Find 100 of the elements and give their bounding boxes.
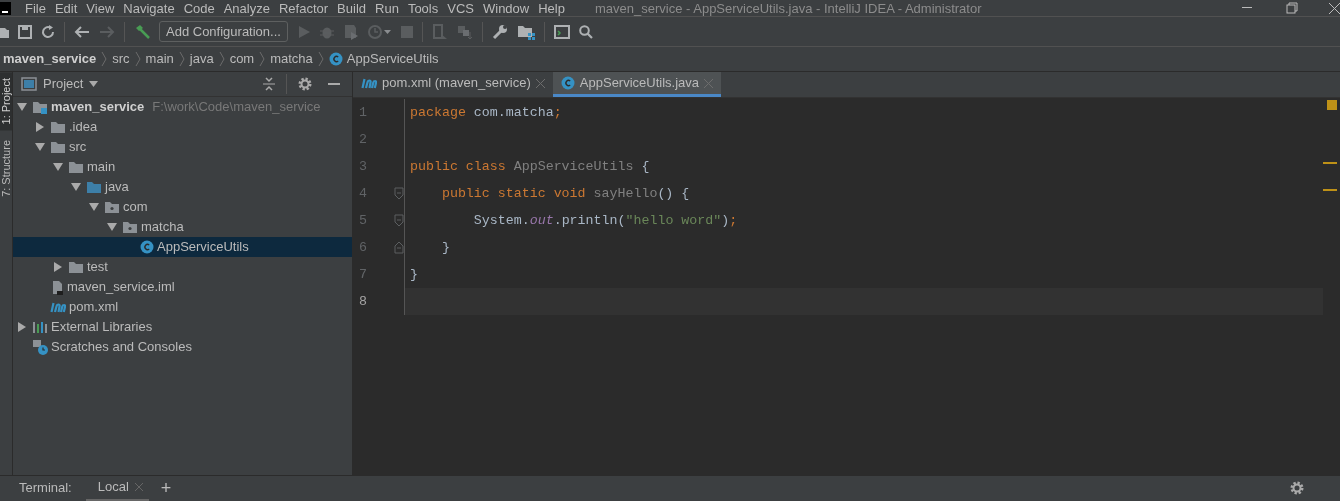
class-icon [560, 76, 575, 90]
breadcrumb-item[interactable]: java [189, 49, 214, 69]
terminal-window-icon[interactable] [553, 24, 570, 39]
tree-item-label: java [105, 178, 129, 197]
tree-item-label: maven_service.iml [67, 278, 175, 297]
dropdown-caret-icon[interactable] [89, 81, 99, 87]
breadcrumb-item[interactable]: matcha [270, 49, 313, 69]
breadcrumb-item[interactable]: src [112, 49, 130, 69]
close-icon[interactable] [1328, 2, 1340, 14]
expanded-arrow-icon[interactable] [53, 163, 63, 171]
collapse-all-icon[interactable] [263, 77, 275, 91]
menu-item[interactable]: Tools [407, 1, 439, 15]
menu-item[interactable]: Window [482, 1, 530, 15]
menu-item[interactable]: Edit [54, 1, 78, 15]
tree-item-label: AppServiceUtils [157, 238, 249, 257]
expanded-arrow-icon[interactable] [35, 143, 45, 151]
tree-row[interactable]: maven_service F:\work\Code\maven_service [13, 97, 352, 117]
maven-file-icon [50, 301, 66, 313]
file-icon [50, 279, 64, 295]
menu-item[interactable]: Navigate [123, 1, 175, 15]
tree-item-label: External Libraries [51, 318, 153, 337]
line-number: 4 [359, 184, 367, 203]
expanded-arrow-icon[interactable] [17, 103, 27, 111]
fold-marker-icon[interactable] [394, 214, 404, 227]
tree-row[interactable]: main [13, 157, 352, 177]
sync-icon[interactable] [41, 24, 55, 39]
tree-row[interactable]: matcha [13, 217, 352, 237]
package-folder-icon [104, 200, 120, 214]
menu-item[interactable]: Build [337, 1, 366, 15]
analysis-status-icon [1327, 100, 1337, 110]
project-structure-icon[interactable] [516, 23, 535, 40]
tree-row[interactable]: External Libraries [13, 317, 352, 337]
run-configuration-button[interactable]: Add Configuration... [159, 21, 288, 42]
tree-row[interactable]: test [13, 257, 352, 277]
fold-end-marker-icon[interactable] [394, 241, 404, 254]
save-icon[interactable] [18, 24, 32, 39]
new-tab-button[interactable]: + [160, 479, 172, 497]
back-arrow-icon[interactable] [74, 24, 90, 39]
tree-item-label: src [69, 138, 87, 157]
menu-item[interactable]: VCS [447, 1, 474, 15]
restore-icon[interactable] [1286, 2, 1298, 14]
tree-item-label: maven_service [51, 98, 145, 117]
tree-item-label: .idea [69, 118, 98, 137]
tree-row[interactable]: java [13, 177, 352, 197]
tree-row[interactable]: maven_service.iml [13, 277, 352, 297]
line-number: 5 [359, 211, 367, 230]
settings-icon[interactable] [298, 77, 312, 91]
module-folder-icon [32, 100, 48, 114]
tree-row[interactable]: com [13, 197, 352, 217]
tree-row[interactable]: .idea [13, 117, 352, 137]
menu-item[interactable]: Code [183, 1, 215, 15]
settings-icon[interactable] [1290, 481, 1304, 495]
collapsed-arrow-icon[interactable] [18, 322, 26, 332]
tree-row[interactable]: pom.xml [13, 297, 352, 317]
tree-item-label: Scratches and Consoles [51, 338, 192, 357]
tree-item-label: matcha [141, 218, 184, 237]
panel-icon [21, 77, 37, 91]
collapsed-arrow-icon[interactable] [54, 262, 62, 272]
menu-item[interactable]: Help [538, 1, 565, 15]
line-number: 2 [359, 130, 367, 149]
tree-row[interactable]: AppServiceUtils [13, 237, 352, 257]
libraries-icon [32, 320, 48, 334]
tree-item-label: main [87, 158, 116, 177]
editor-tab[interactable]: AppServiceUtils.java [552, 72, 722, 97]
menu-item[interactable]: View [86, 1, 115, 15]
breadcrumb-item[interactable]: com [229, 49, 255, 69]
wrench-icon[interactable] [491, 23, 508, 40]
search-icon[interactable] [578, 24, 593, 39]
warning-marker-icon [1323, 162, 1337, 164]
class-icon [140, 240, 154, 254]
line-number: 8 [359, 292, 367, 311]
chevron-icon [317, 51, 324, 67]
collapsed-arrow-icon[interactable] [36, 122, 44, 132]
menu-item[interactable]: Analyze [223, 1, 270, 15]
tree-item-label: com [123, 198, 148, 217]
class-icon [328, 52, 343, 66]
tree-row[interactable]: Scratches and Consoles [13, 337, 352, 357]
profiler-icon[interactable] [367, 23, 392, 40]
breadcrumb-item[interactable]: maven_service [3, 49, 97, 69]
breadcrumb-item[interactable]: AppServiceUtils [346, 49, 439, 69]
editor-tab[interactable]: pom.xml (maven_service) [353, 72, 553, 97]
expanded-arrow-icon[interactable] [89, 203, 99, 211]
tree-row[interactable]: src [13, 137, 352, 157]
menu-item[interactable]: File [25, 1, 46, 15]
tool-window-tab[interactable]: 7: Structure [0, 134, 12, 204]
breadcrumb-item[interactable]: main [145, 49, 174, 69]
expanded-arrow-icon[interactable] [107, 223, 117, 231]
fold-marker-icon[interactable] [394, 187, 404, 200]
panel-title[interactable]: Project [43, 74, 84, 94]
expanded-arrow-icon[interactable] [71, 183, 81, 191]
path-hint: F:\work\Code\maven_service [152, 98, 321, 117]
code-line: public class AppServiceUtils { [410, 157, 650, 176]
hammer-icon[interactable] [134, 23, 150, 40]
terminal-tab[interactable]: Local [85, 475, 149, 501]
folder-icon [50, 120, 66, 134]
menu-item[interactable]: Run [375, 1, 399, 15]
tool-window-tab[interactable]: 1: Project [0, 72, 12, 131]
menu-item[interactable]: Refactor [278, 1, 329, 15]
line-number: 7 [359, 265, 367, 284]
scratches-icon [32, 339, 48, 355]
